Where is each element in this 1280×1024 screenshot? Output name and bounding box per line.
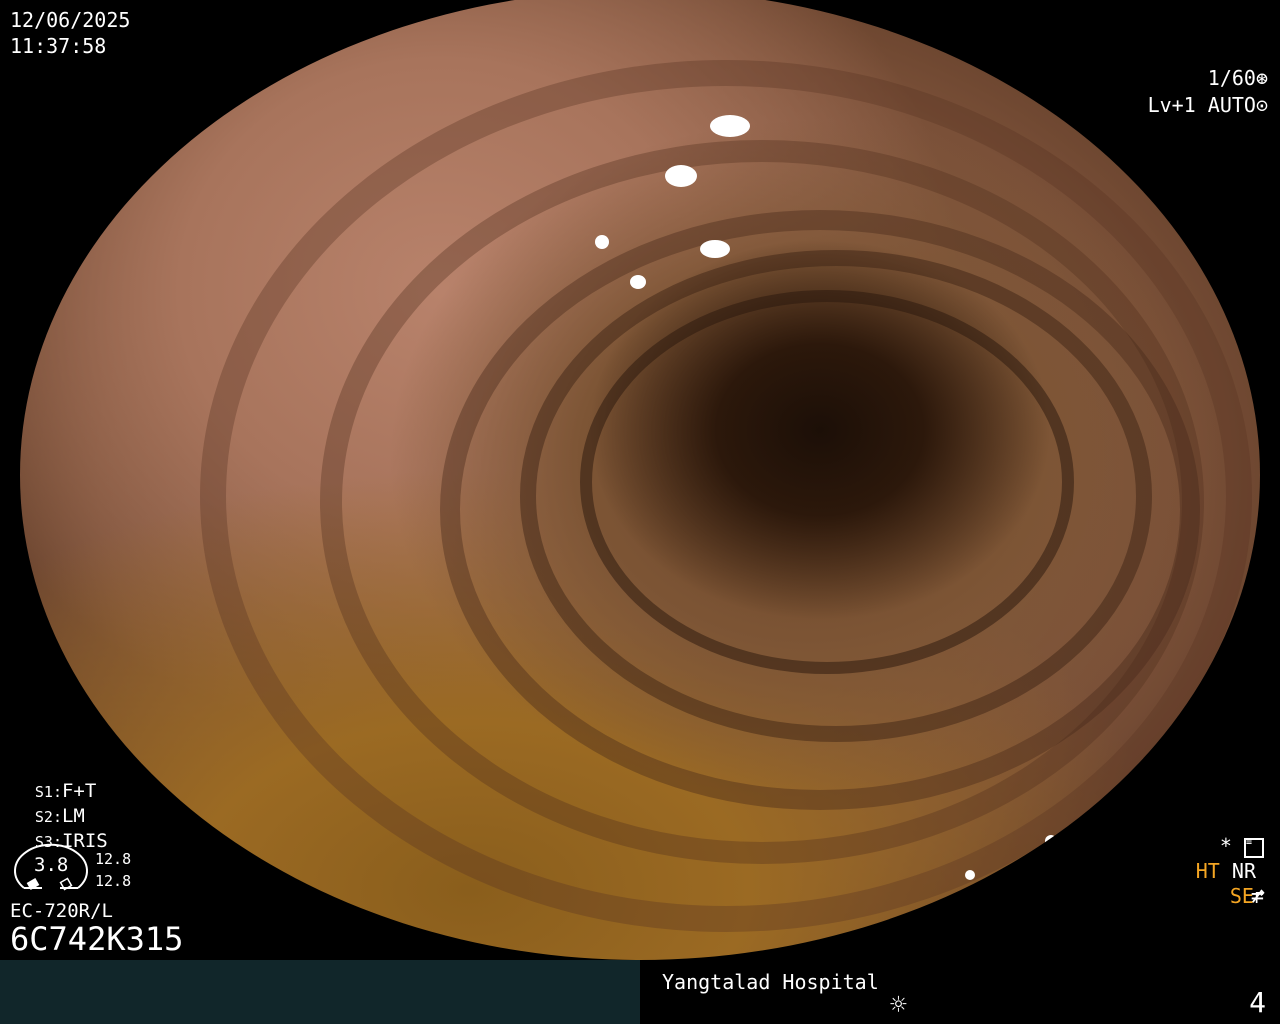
gauge-value: 3.8 xyxy=(34,854,69,876)
hospital-name: Yangtalad Hospital xyxy=(662,970,879,994)
light-reflection xyxy=(630,275,646,289)
gauge-bottom-value: 12.8 xyxy=(95,872,132,890)
light-reflection xyxy=(710,115,750,137)
light-reflection xyxy=(1045,835,1057,847)
mucosal-fold xyxy=(580,290,1074,674)
gauge: 3.8 xyxy=(12,838,90,896)
light-source-icon: ☼ xyxy=(890,988,907,1021)
freeze-icon: ≠ xyxy=(1250,884,1264,909)
level-value: Lv+1 xyxy=(1147,93,1196,117)
footer-right-bar: Yangtalad Hospital ☼ 4 xyxy=(640,960,1280,1024)
date-label: 12/06/2025 xyxy=(10,8,131,32)
image-count: 4 xyxy=(1249,986,1266,1019)
mode-value: AUTO xyxy=(1207,93,1256,117)
light-reflection xyxy=(965,870,975,880)
scope-model: EC-720R/L xyxy=(10,900,113,922)
serial-number: 6C742K315 xyxy=(10,920,184,958)
endoscopic-view xyxy=(20,0,1260,960)
footer-left-bar xyxy=(0,960,640,1024)
auto-iris-icon: ⊙ xyxy=(1255,93,1268,117)
light-reflection xyxy=(700,240,730,258)
light-reflection xyxy=(665,165,697,187)
exposure-mode: Lv+1 AUTO⊙ xyxy=(1123,69,1268,117)
time-label: 11:37:58 xyxy=(10,34,107,58)
gauge-top-value: 12.8 xyxy=(95,850,132,868)
light-reflection xyxy=(595,235,609,249)
